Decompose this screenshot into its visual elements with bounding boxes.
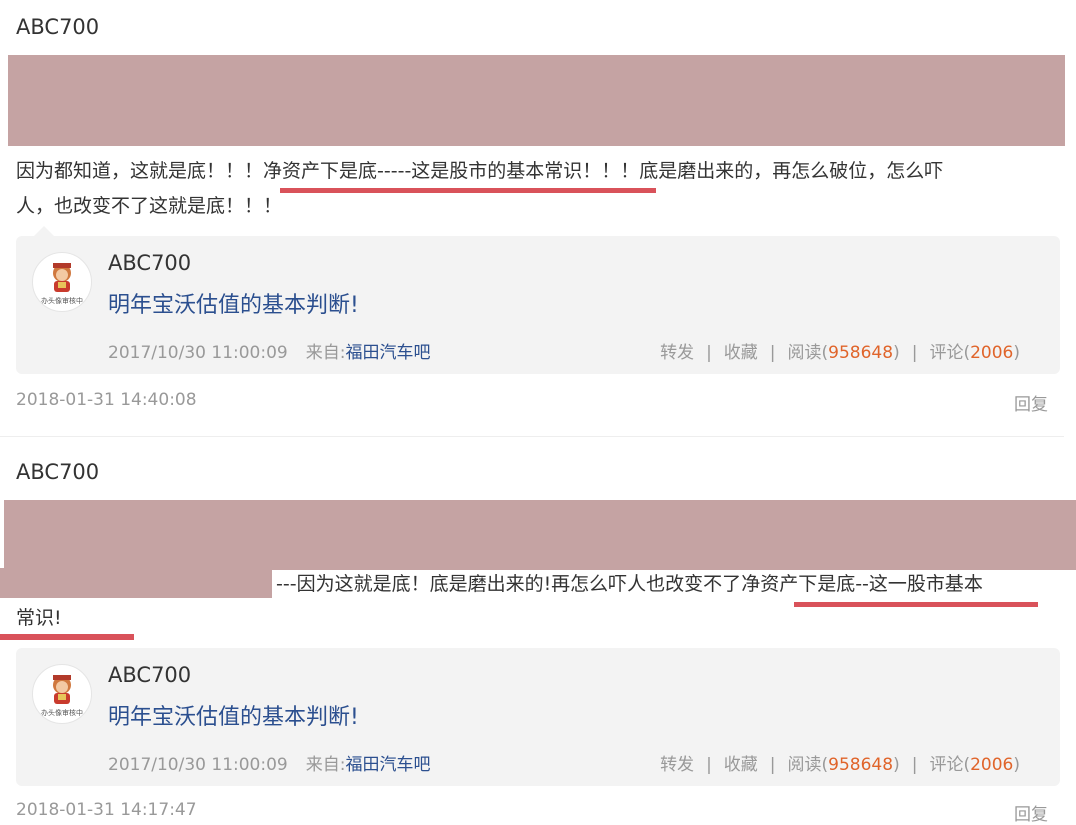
source-label: 来自: [305,755,346,775]
quoted-post-card[interactable]: 办头像审核中 ABC700 明年宝沃估值的基本判断! 2017/10/30 11… [16,236,1060,374]
cartoon-avatar-icon: 办头像审核中 [41,263,83,305]
paren: ) [893,755,900,775]
paren: ) [1013,755,1020,775]
quoted-author[interactable]: ABC700 [108,663,191,687]
avatar[interactable]: 办头像审核中 [32,664,92,724]
source-label: 来自: [305,343,346,363]
paren: ) [1013,343,1020,363]
comment-text-line: 常识! [16,607,62,629]
source-forum-link[interactable]: 福田汽车吧 [345,755,430,775]
comment-author[interactable]: ABC700 [16,15,99,39]
red-underline-mark [0,634,134,640]
highlighted-phrase: 净资产下是底--这一股市基本 [741,573,983,595]
post-date: 2017/10/30 11:00:09 [108,755,288,775]
favorite-button[interactable]: 收藏 [724,343,758,363]
read-count: 958648 [828,755,894,775]
comment-label: 评论( [929,755,971,775]
quoted-author[interactable]: ABC700 [108,251,191,275]
read-label: 阅读( [787,755,829,775]
svg-text:办头像审核中: 办头像审核中 [41,708,83,717]
comment-count-link[interactable]: 评论(2006) [929,343,1020,363]
read-count: 958648 [828,343,894,363]
red-underline-mark [794,602,1038,607]
separator: | [911,343,918,363]
read-count-link[interactable]: 阅读(958648) [788,343,900,363]
separator: | [706,755,712,775]
avatar[interactable]: 办头像审核中 [32,252,92,312]
cartoon-avatar-icon: 办头像审核中 [41,675,83,717]
separator: | [911,755,918,775]
forward-button[interactable]: 转发 [660,343,694,363]
source-forum-link[interactable]: 福田汽车吧 [345,343,430,363]
quoted-post-title-link[interactable]: 明年宝沃估值的基本判断! [108,287,359,319]
separator: | [769,755,776,775]
read-count-link[interactable]: 阅读(958648) [788,755,900,775]
comment-text-line: 人，也改变不了这就是底！！！ [16,195,283,217]
post-actions: 转发 | 收藏 | 阅读(958648) | 评论(2006) [660,338,1020,363]
comment-timestamp: 2018-01-31 14:40:08 [16,390,197,410]
red-underline-mark [280,188,656,193]
reply-button[interactable]: 回复 [1014,390,1048,415]
comment-author[interactable]: ABC700 [16,460,99,484]
comment-count-link[interactable]: 评论(2006) [929,755,1020,775]
post-actions: 转发 | 收藏 | 阅读(958648) | 评论(2006) [660,750,1020,775]
quote-card-pointer [34,226,54,236]
comment-text-line: 因为都知道，这就是底！！！净资产下是底-----这是股市的基本常识！！！底是磨出… [16,157,943,185]
paren: ) [893,343,900,363]
separator: | [769,343,776,363]
quoted-post-card[interactable]: 办头像审核中 ABC700 明年宝沃估值的基本判断! 2017/10/30 11… [16,648,1060,786]
comment-text-line: ---因为这就是底！底是磨出来的!再怎么吓人也改变不了净资产下是底--这一股市基… [276,570,983,598]
comment-text-segment: ！！！底是磨出来的，再怎么破位，怎么吓 [582,160,944,182]
separator: | [706,343,712,363]
redaction-block [4,500,1076,570]
highlighted-phrase: 净资产下是底-----这是股市的基本常识 [263,160,583,182]
comment-timestamp: 2018-01-31 14:17:47 [16,800,197,820]
quoted-post-meta: 2017/10/30 11:00:09 来自:福田汽车吧 [108,338,430,363]
comment-divider [0,436,1064,437]
read-label: 阅读( [787,343,829,363]
comment-count: 2006 [970,755,1014,775]
forward-button[interactable]: 转发 [660,755,694,775]
comment-label: 评论( [929,343,971,363]
reply-button[interactable]: 回复 [1014,800,1048,825]
redaction-block [8,55,1065,146]
comment-text-segment: 因为都知道，这就是底！！！ [16,160,264,182]
post-date: 2017/10/30 11:00:09 [108,343,288,363]
quoted-post-title-link[interactable]: 明年宝沃估值的基本判断! [108,699,359,731]
redaction-block [0,568,272,598]
quoted-post-meta: 2017/10/30 11:00:09 来自:福田汽车吧 [108,750,430,775]
favorite-button[interactable]: 收藏 [724,755,758,775]
comment-count: 2006 [970,343,1014,363]
comment-text-segment: ---因为这就是底！底是磨出来的!再怎么吓人也改变不了 [276,573,742,595]
svg-text:办头像审核中: 办头像审核中 [41,296,83,305]
